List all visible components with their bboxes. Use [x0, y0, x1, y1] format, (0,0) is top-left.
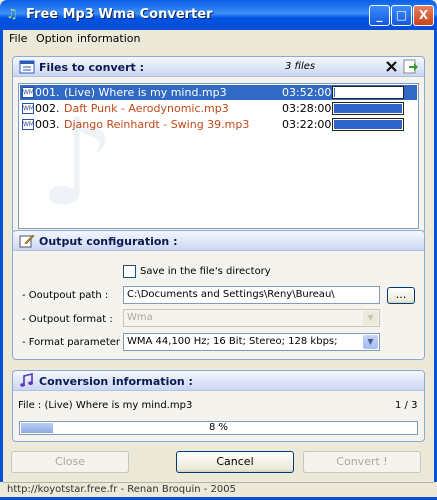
save-in-dir-checkbox[interactable]	[123, 265, 136, 278]
music-note-icon	[20, 373, 33, 387]
overall-progress-bar: 8 %	[19, 421, 418, 435]
files-panel: Files to convert : 3 files ♪ WM 001. (Li…	[12, 56, 425, 234]
file-duration: 03:52:00	[282, 86, 332, 99]
calendar-icon	[19, 60, 35, 74]
wma-file-icon: WM	[22, 119, 35, 130]
chevron-down-icon: ▼	[363, 311, 378, 325]
cancel-button[interactable]: Cancel	[176, 451, 294, 473]
file-row[interactable]: WM 001. (Live) Where is my mind.mp3 03:5…	[20, 85, 417, 100]
edit-settings-icon	[19, 234, 35, 248]
file-name: (Live) Where is my mind.mp3	[64, 86, 227, 99]
current-file-text: File : (Live) Where is my mind.mp3	[18, 400, 193, 411]
status-text: http://koyotstar.free.fr - Renan Broquin…	[7, 484, 236, 495]
overall-progress-percent: 8 %	[208, 422, 229, 433]
file-counter: 1 / 3	[395, 400, 418, 411]
file-row[interactable]: WM 002. Daft Punk - Aerodynomic.mp3 03:2…	[20, 101, 417, 116]
format-parameter-select[interactable]: WMA 44,100 Hz; 16 Bit; Stereo; 128 kbps;…	[123, 333, 380, 351]
wma-file-icon: WM	[22, 87, 35, 98]
conversion-panel-title: Conversion information :	[39, 375, 193, 388]
format-label: - Outpout format :	[22, 314, 113, 325]
files-count: 3 files	[285, 61, 316, 72]
file-number: 003.	[35, 118, 60, 131]
chevron-down-icon[interactable]: ▼	[363, 335, 378, 349]
add-files-icon[interactable]	[403, 59, 419, 74]
browse-button[interactable]: ...	[387, 287, 415, 304]
window-title: Free Mp3 Wma Converter	[26, 7, 213, 22]
file-progress-bar	[332, 102, 404, 115]
conversion-panel: Conversion information : File : (Live) W…	[12, 370, 425, 442]
output-panel-title: Output configuration :	[39, 235, 178, 248]
file-name: Django Reinhardt - Swing 39.mp3	[64, 118, 250, 131]
status-bar: http://koyotstar.free.fr - Renan Broquin…	[3, 482, 434, 497]
remove-icon[interactable]	[385, 60, 398, 73]
file-duration: 03:28:00	[282, 102, 332, 115]
file-number: 001.	[35, 86, 60, 99]
file-progress-fill	[334, 104, 402, 113]
close-button[interactable]: Close	[11, 451, 129, 473]
menu-bar: File Option information	[3, 30, 434, 48]
output-panel: Output configuration : Save in the file'…	[12, 230, 425, 360]
path-label: - Ooutpout path :	[22, 290, 109, 301]
output-panel-header: Output configuration :	[13, 231, 424, 251]
app-icon: ♫	[6, 7, 18, 22]
convert-button[interactable]: Convert !	[303, 451, 421, 473]
client-area: Files to convert : 3 files ♪ WM 001. (Li…	[3, 48, 434, 482]
menu-option[interactable]: Option	[36, 32, 73, 45]
file-progress-fill	[334, 120, 402, 129]
files-panel-title: Files to convert :	[39, 61, 144, 74]
file-row[interactable]: WM 003. Django Reinhardt - Swing 39.mp3 …	[20, 117, 417, 132]
file-number: 002.	[35, 102, 60, 115]
format-parameter-value: WMA 44,100 Hz; 16 Bit; Stereo; 128 kbps;	[127, 336, 338, 347]
title-bar[interactable]: ♫ Free Mp3 Wma Converter _ □ X	[0, 0, 437, 30]
file-progress-bar	[332, 86, 404, 99]
menu-information[interactable]: information	[77, 32, 141, 45]
param-label: - Format parameter :	[22, 337, 127, 348]
menu-file[interactable]: File	[9, 32, 27, 45]
file-duration: 03:22:00	[282, 118, 332, 131]
wma-file-icon: WM	[22, 103, 35, 114]
output-format-value: Wma	[127, 312, 153, 323]
file-list[interactable]: ♪ WM 001. (Live) Where is my mind.mp3 03…	[18, 83, 419, 229]
files-panel-header: Files to convert : 3 files	[13, 57, 424, 77]
file-progress-bar	[332, 118, 404, 131]
close-window-button[interactable]: X	[413, 5, 434, 26]
save-in-dir-label: Save in the file's directory	[140, 266, 271, 277]
minimize-button[interactable]: _	[369, 5, 390, 26]
output-path-input[interactable]: C:\Documents and Settings\Reny\Bureau\	[123, 286, 380, 304]
output-format-select[interactable]: Wma ▼	[123, 309, 380, 327]
file-name: Daft Punk - Aerodynomic.mp3	[64, 102, 229, 115]
maximize-button[interactable]: □	[391, 5, 412, 26]
file-progress-fill	[334, 88, 335, 97]
conversion-panel-header: Conversion information :	[13, 371, 424, 391]
